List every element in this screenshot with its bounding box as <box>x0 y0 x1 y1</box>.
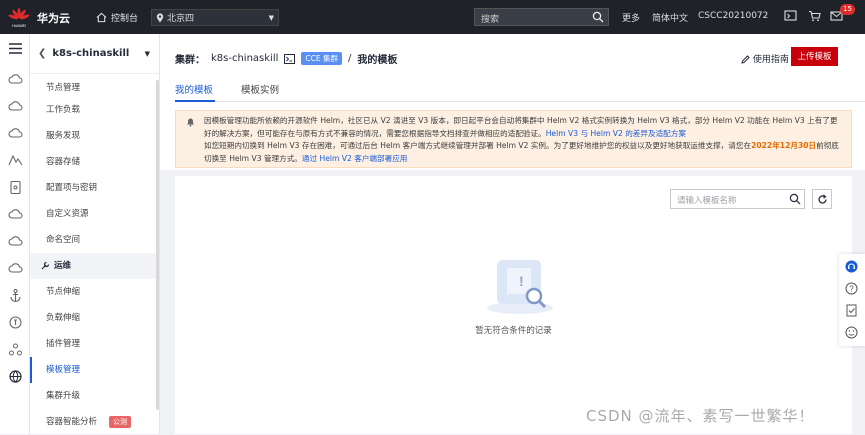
page-title: 我的模板 <box>357 55 398 66</box>
region-select[interactable]: 北京四 ▼ <box>151 9 279 26</box>
template-search-input[interactable]: 请输入模板名称 <box>670 189 805 209</box>
notice-text-2: 如您短期内切换到 Helm V3 存在困难，可通过后台 Helm 客户端方式继续… <box>204 141 752 150</box>
globe-icon[interactable] <box>8 369 23 384</box>
customer-service-icon[interactable] <box>845 260 858 273</box>
empty-state-text: 暂无符合条件的记录 <box>475 326 552 336</box>
huawei-logo[interactable]: HUAWEI <box>8 6 30 28</box>
console-link[interactable]: 控制台 <box>96 11 138 24</box>
language-switch[interactable]: 简体中文 <box>652 11 688 24</box>
search-icon[interactable] <box>592 11 604 23</box>
anchor-icon[interactable] <box>8 288 23 303</box>
notice-text-1: 因模板管理功能所依赖的开源软件 Helm，社区已从 V2 演进至 V3 版本，即… <box>204 116 838 138</box>
edit-icon <box>741 55 750 64</box>
cluster-label: 集群： <box>175 55 205 66</box>
cloud-icon[interactable] <box>8 99 23 114</box>
sidebar-item-storage[interactable]: 容器存储 <box>30 149 158 175</box>
cloud-icon[interactable] <box>8 126 23 141</box>
sidebar-item-configmaps[interactable]: 配置项与密钥 <box>30 175 158 201</box>
sidebar-item-workloads[interactable]: 工作负载 <box>30 97 158 123</box>
beta-badge: 公测 <box>109 416 132 428</box>
sidebar-item-crd[interactable]: 自定义资源 <box>30 201 158 227</box>
terminal-icon[interactable] <box>284 53 296 64</box>
helm-v2-client-link[interactable]: 通过 Helm V2 客户端部署应用 <box>302 154 408 163</box>
exclamation-mark: ! <box>519 273 524 289</box>
cluster-name-text: k8s-chinaskill <box>211 53 279 64</box>
menu-icon[interactable] <box>8 41 23 56</box>
cluster-side-nav: ❮ k8s-chinaskill ▼ 节点管理 工作负载 服务发现 容器存储 配… <box>30 34 160 434</box>
feedback-icon[interactable] <box>845 304 858 317</box>
caret-down-icon: ▼ <box>144 49 150 58</box>
tab-template-instances[interactable]: 模板实例 <box>241 82 279 96</box>
sidebar-scrollbar[interactable] <box>156 80 159 410</box>
template-search-placeholder: 请输入模板名称 <box>677 196 737 206</box>
location-pin-icon <box>156 12 164 22</box>
search-icon[interactable] <box>789 193 801 205</box>
user-guide-label: 使用指南 <box>752 55 789 65</box>
account-name[interactable]: CSCC20210072 <box>698 11 768 21</box>
sidebar-item-workload-scaling[interactable]: 负载伸缩 <box>30 305 158 331</box>
sidebar-item-label: 容器智能分析 <box>46 417 98 427</box>
user-guide-link[interactable]: 使用指南 <box>741 52 789 65</box>
question-mark: ? <box>849 284 854 293</box>
breadcrumb-separator: / <box>348 53 352 64</box>
tab-bar: 我的模板 模板实例 <box>175 80 865 102</box>
more-link[interactable]: 更多 <box>622 11 640 24</box>
chevron-down-icon: ▼ <box>268 13 274 22</box>
active-tab-indicator <box>175 100 215 102</box>
breadcrumb: 集群： k8s-chinaskill CCE 集群 / 我的模板 <box>175 51 397 66</box>
cluster-name: k8s-chinaskill <box>52 48 130 59</box>
cluster-icon[interactable] <box>8 342 23 357</box>
sidebar-item-node-scaling[interactable]: 节点伸缩 <box>30 279 158 305</box>
deadline-date: 2022年12月30日 <box>751 141 817 150</box>
mountain-icon[interactable] <box>8 153 23 168</box>
top-bar: HUAWEI 华为云 控制台 北京四 ▼ 搜索 更多 简体中文 CSCC2021… <box>0 0 865 34</box>
cloud-icon[interactable] <box>8 234 23 249</box>
cce-cluster-tag: CCE 集群 <box>301 52 342 65</box>
sidebar-item-cluster-upgrade[interactable]: 集群升级 <box>30 383 158 409</box>
sidebar-group-ops[interactable]: 运维 <box>30 253 158 279</box>
global-search-input[interactable]: 搜索 <box>474 8 609 26</box>
refresh-button[interactable] <box>812 189 832 209</box>
wrench-icon <box>41 261 50 269</box>
cloud-icon[interactable] <box>8 207 23 222</box>
service-icon-bar <box>0 34 30 434</box>
empty-state-illustration: ! <box>487 260 553 314</box>
bell-icon <box>187 118 194 127</box>
cluster-switcher[interactable]: ❮ k8s-chinaskill ▼ <box>30 34 160 74</box>
smile-icon[interactable] <box>845 326 858 339</box>
template-list-panel: 请输入模板名称 ! 暂无符合条件的记录 <box>175 176 852 434</box>
help-icon[interactable]: ? <box>845 282 858 295</box>
home-icon <box>96 12 107 23</box>
info-circle-icon[interactable] <box>8 315 23 330</box>
watermark: CSDN @流年、素写一世繁华！ <box>586 407 815 425</box>
main-content: 集群： k8s-chinaskill CCE 集群 / 我的模板 使用指南 上传… <box>160 34 865 434</box>
sidebar-item-addons[interactable]: 插件管理 <box>30 331 158 357</box>
sidebar-item-services[interactable]: 服务发现 <box>30 123 158 149</box>
sidebar-item-templates[interactable]: 模板管理 <box>30 357 158 383</box>
upload-template-button[interactable]: 上传模板 <box>791 47 838 66</box>
brand-name[interactable]: 华为云 <box>37 10 70 26</box>
refresh-icon <box>817 194 827 204</box>
helm-notice-banner: 因模板管理功能所依赖的开源软件 Helm，社区已从 V2 演进至 V3 版本，即… <box>175 110 852 168</box>
tab-my-templates[interactable]: 我的模板 <box>175 82 213 96</box>
sidebar-group-label: 运维 <box>54 261 72 271</box>
cloud-icon[interactable] <box>8 261 23 276</box>
helm-diff-link[interactable]: Helm V3 与 Helm V2 的差异及适配方案 <box>546 129 686 138</box>
notification-badge: 15 <box>840 4 855 15</box>
region-label: 北京四 <box>167 14 195 24</box>
search-placeholder: 搜索 <box>481 15 500 25</box>
document-icon[interactable] <box>8 180 23 195</box>
sidebar-item-container-analysis[interactable]: 容器智能分析 公测 <box>30 409 158 435</box>
back-arrow-icon[interactable]: ❮ <box>38 48 46 59</box>
right-float-toolbar: ? <box>839 254 865 346</box>
cart-icon[interactable] <box>808 10 821 22</box>
sidebar-item-namespaces[interactable]: 命名空间 <box>30 227 158 253</box>
brand-small-text: HUAWEI <box>12 24 26 28</box>
message-icon[interactable] <box>784 10 797 22</box>
console-label: 控制台 <box>111 14 139 24</box>
cloud-icon[interactable] <box>8 72 23 87</box>
